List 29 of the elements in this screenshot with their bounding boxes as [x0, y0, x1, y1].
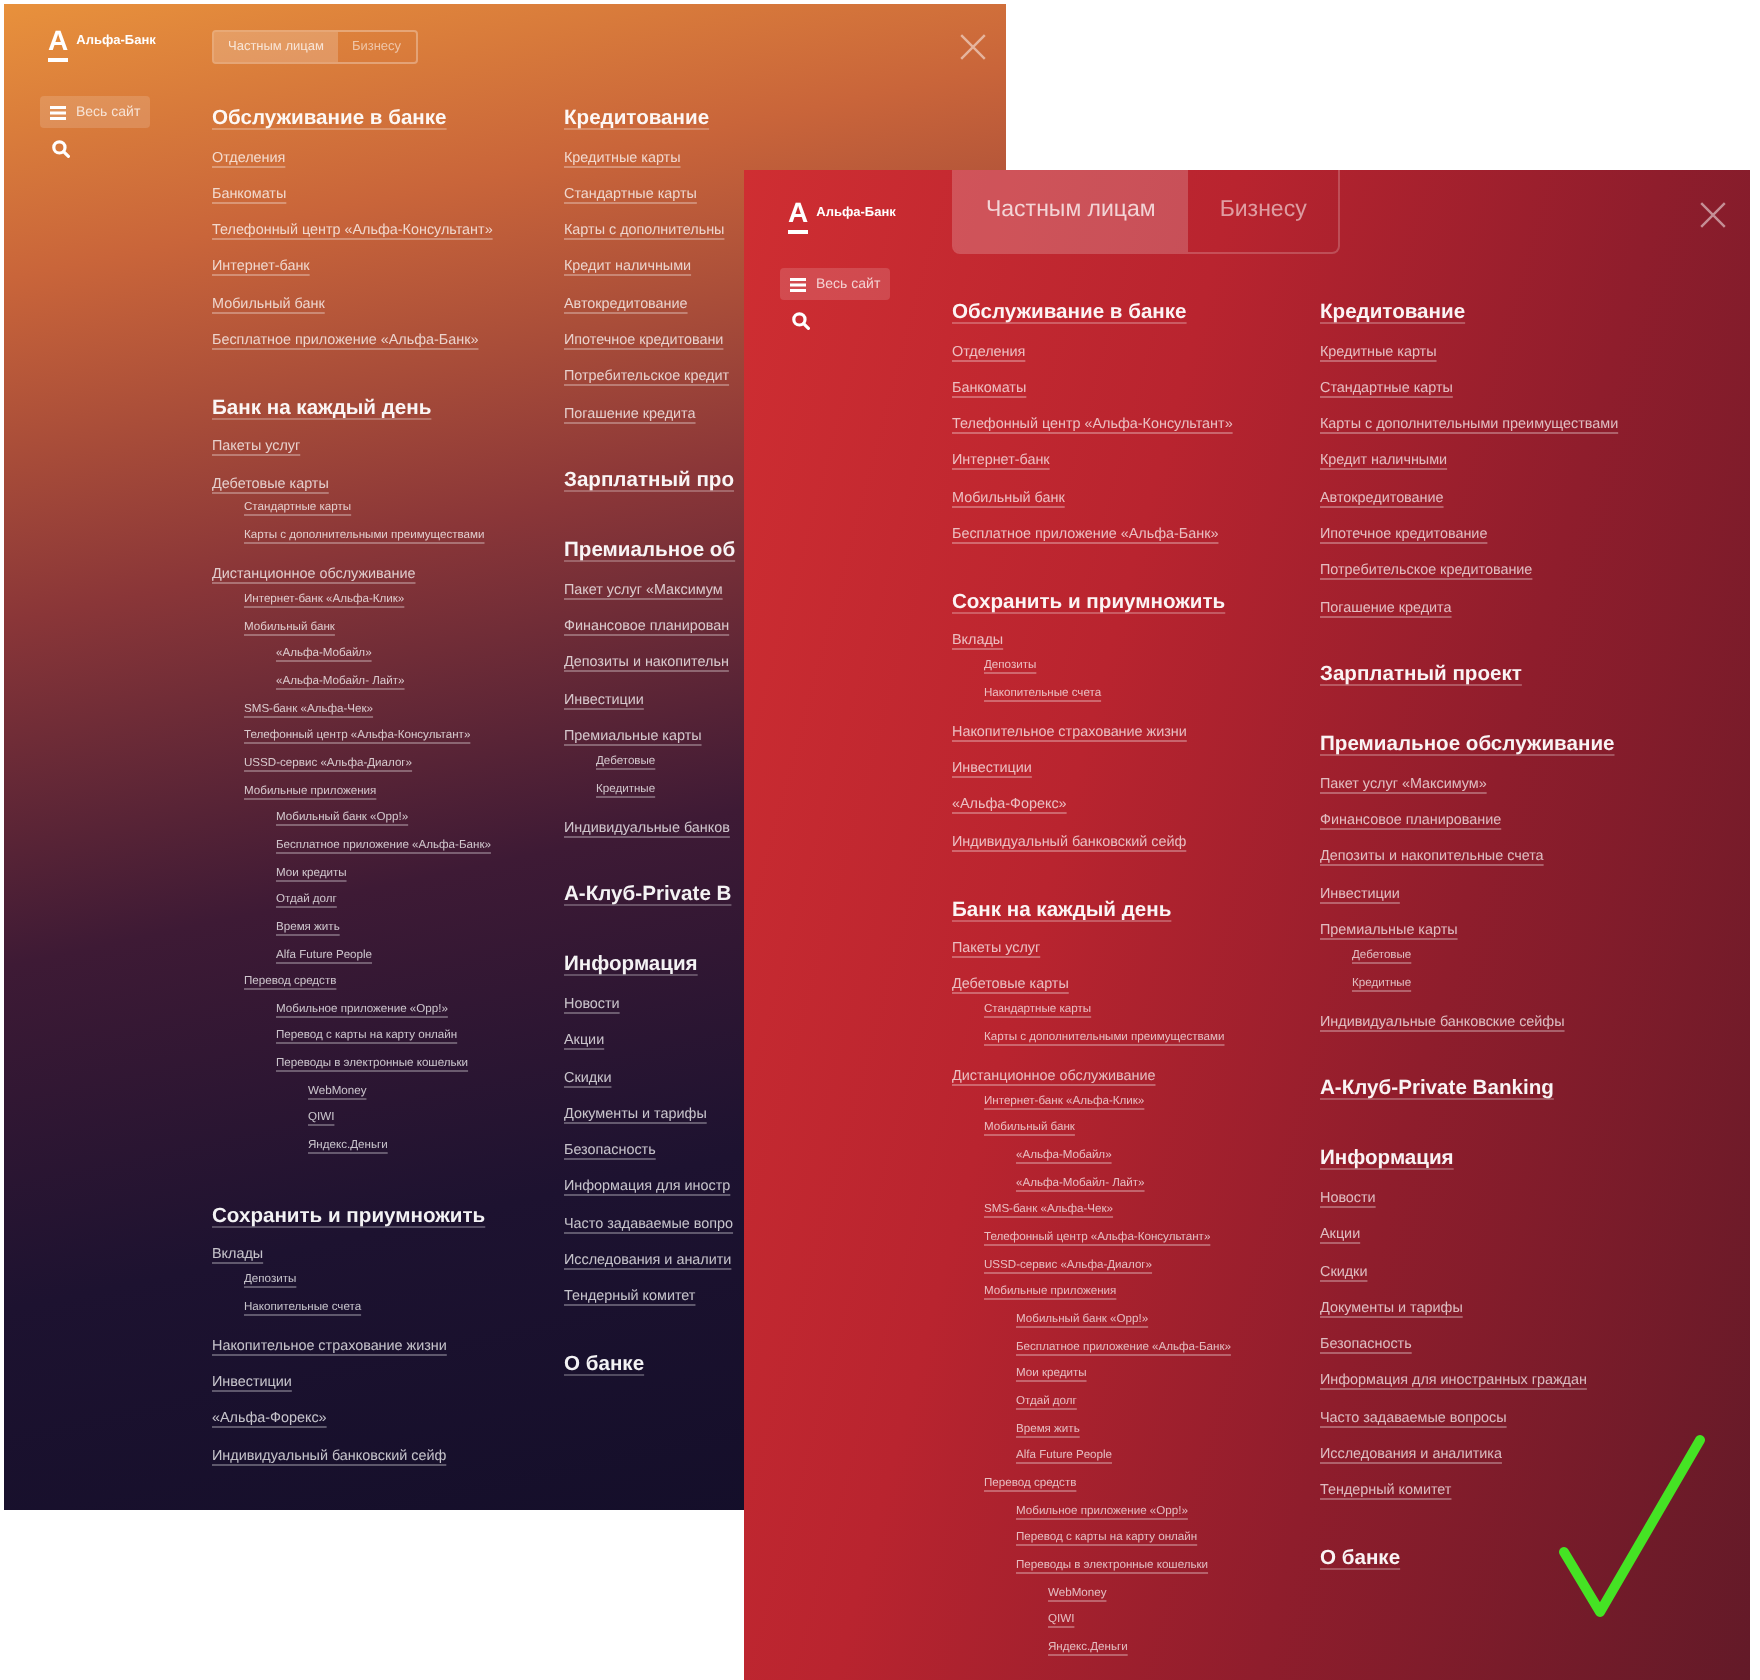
section-heading[interactable]: Премиальное обслуживание [1320, 734, 1615, 757]
section-heading[interactable]: Кредитование [564, 108, 710, 130]
tab[interactable]: Частным лицам [954, 170, 1188, 252]
section-heading[interactable]: Банк на каждый день [212, 397, 432, 420]
close-icon[interactable] [960, 34, 986, 60]
section-heading[interactable]: Информация [1320, 1148, 1454, 1171]
section-heading[interactable]: Премиальное об [564, 540, 736, 563]
section-heading[interactable]: А-Клуб-Private Banking [1320, 1078, 1554, 1101]
menu-icon [50, 105, 66, 119]
section-heading[interactable]: Сохранить и приумножить [212, 1205, 486, 1228]
section-heading[interactable]: О банке [1320, 1548, 1401, 1571]
logo-mark: А [48, 28, 69, 62]
menu-icon [790, 277, 806, 291]
section-heading[interactable]: О банке [564, 1354, 645, 1377]
checkmark-icon [1556, 1432, 1708, 1620]
search-icon[interactable] [792, 312, 810, 330]
section-heading[interactable]: А-Клуб-Private B [564, 884, 732, 907]
section-heading[interactable]: Кредитование [1320, 302, 1466, 324]
section-heading[interactable]: Зарплатный проект [1320, 664, 1522, 687]
section-heading[interactable]: Информация [564, 954, 698, 977]
logo-mark: А [788, 200, 809, 234]
section-heading[interactable]: Сохранить и приумножить [952, 591, 1226, 614]
section-heading[interactable]: Зарплатный про [564, 470, 734, 493]
section-heading[interactable]: Банк на каждый день [952, 899, 1172, 922]
close-icon[interactable] [1700, 202, 1726, 228]
section-heading[interactable]: Обслуживание в банке [212, 108, 447, 130]
tab[interactable]: Бизнесу [1187, 170, 1339, 252]
section-heading[interactable]: Обслуживание в банке [952, 302, 1187, 324]
search-icon[interactable] [52, 140, 70, 158]
